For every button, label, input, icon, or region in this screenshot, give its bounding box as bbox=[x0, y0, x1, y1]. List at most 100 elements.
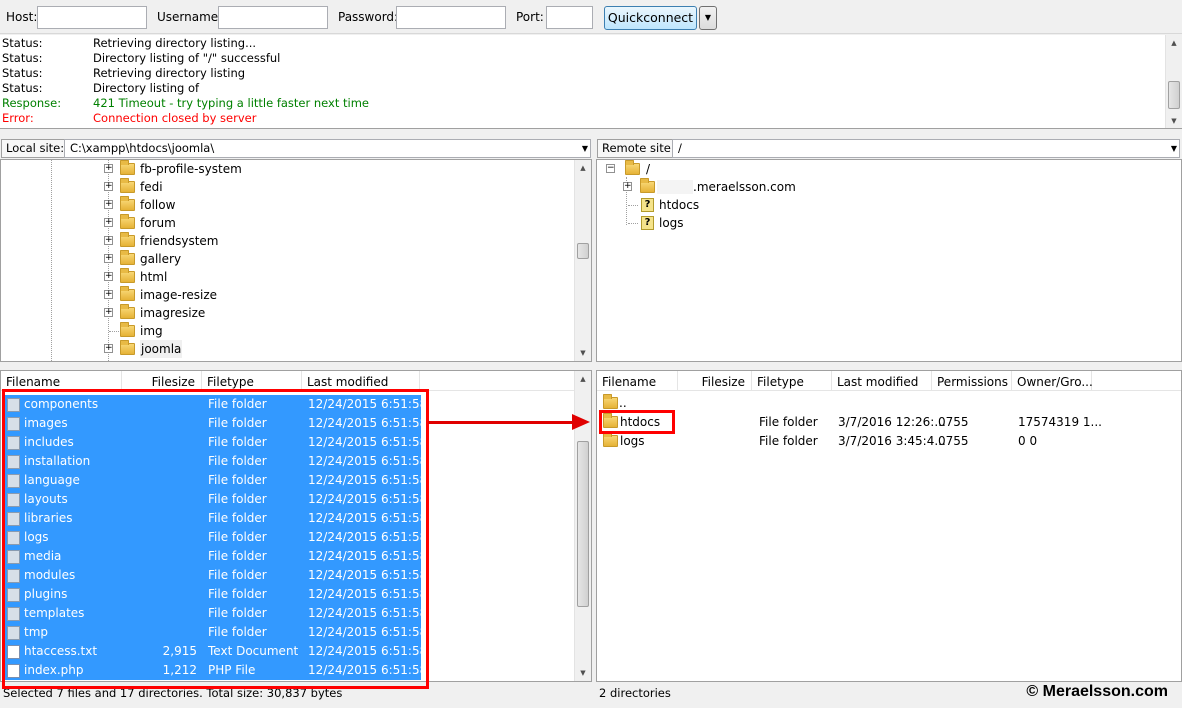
log-line-kind: Error: bbox=[2, 111, 34, 125]
local-tree-item-label: fb-profile-system bbox=[140, 162, 242, 176]
local-column-headers: Filename Filesize Filetype Last modified bbox=[1, 371, 574, 391]
local-tree-item[interactable]: + gallery bbox=[1, 250, 571, 268]
collapse-icon[interactable]: − bbox=[606, 164, 615, 173]
remote-site-path-combo[interactable]: / ▼ bbox=[672, 139, 1180, 158]
redacted-text bbox=[657, 180, 693, 194]
chevron-down-icon[interactable]: ▼ bbox=[1171, 140, 1177, 157]
local-tree-item[interactable]: + html bbox=[1, 268, 571, 286]
log-line-text: Connection closed by server bbox=[93, 111, 257, 125]
log-line-kind: Status: bbox=[2, 81, 43, 95]
password-input[interactable] bbox=[396, 6, 506, 29]
local-tree-item[interactable]: + fb-profile-system bbox=[1, 160, 571, 178]
expand-icon[interactable]: + bbox=[104, 254, 113, 263]
scroll-down-icon[interactable]: ▼ bbox=[1166, 113, 1182, 128]
username-input[interactable] bbox=[218, 6, 328, 29]
remote-tree-domain-label: .meraelsson.com bbox=[693, 180, 796, 194]
local-tree-scroll-thumb[interactable] bbox=[577, 243, 589, 259]
local-tree-scrollbar[interactable]: ▲ ▼ bbox=[574, 160, 591, 361]
chevron-down-icon[interactable]: ▼ bbox=[582, 140, 588, 157]
local-tree-item[interactable]: + fedi bbox=[1, 178, 571, 196]
expand-icon[interactable]: + bbox=[104, 200, 113, 209]
remote-site-path: / bbox=[678, 141, 682, 155]
quickconnect-button[interactable]: Quickconnect bbox=[604, 6, 697, 30]
scroll-up-icon[interactable]: ▲ bbox=[1166, 35, 1182, 51]
local-directory-tree: + fb-profile-system + fedi + follow + forum + fri… bbox=[0, 159, 592, 362]
folder-icon bbox=[120, 286, 135, 301]
remote-col-filesize[interactable]: Filesize bbox=[678, 371, 752, 391]
local-tree-item[interactable]: + forum bbox=[1, 214, 571, 232]
remote-parent-directory[interactable]: .. bbox=[597, 394, 1181, 413]
quickconnect-history-dropdown[interactable]: ▼ bbox=[699, 6, 717, 30]
expand-icon[interactable]: + bbox=[104, 182, 113, 191]
log-scrollbar[interactable]: ▲ ▼ bbox=[1165, 35, 1182, 128]
local-tree-item-label: img bbox=[140, 324, 163, 338]
local-tree-item[interactable]: + joomla bbox=[1, 340, 571, 358]
log-line-text: 421 Timeout - try typing a little faster… bbox=[93, 96, 369, 110]
host-input[interactable] bbox=[37, 6, 147, 29]
folder-icon bbox=[120, 160, 135, 175]
local-site-path: C:\xampp\htdocs\joomla\ bbox=[70, 141, 215, 155]
local-tree-item[interactable]: img bbox=[1, 322, 571, 340]
folder-icon bbox=[120, 340, 135, 355]
scroll-down-icon[interactable]: ▼ bbox=[575, 345, 591, 361]
table-row[interactable]: htdocs File folder 3/7/2016 12:26:... 0755 1… bbox=[597, 413, 1181, 432]
file-owner-group: 17574319 1... bbox=[1018, 415, 1102, 429]
unknown-folder-icon: ? bbox=[641, 216, 654, 230]
remote-col-filename[interactable]: Filename bbox=[597, 371, 678, 391]
local-col-filename[interactable]: Filename bbox=[1, 371, 122, 391]
scroll-down-icon[interactable]: ▼ bbox=[575, 665, 591, 681]
local-tree-item-label: forum bbox=[140, 216, 176, 230]
table-row[interactable]: logs File folder 3/7/2016 3:45:4... 0755 0 0 bbox=[597, 432, 1181, 451]
local-tree-item-label: fedi bbox=[140, 180, 163, 194]
expand-icon[interactable]: + bbox=[104, 272, 113, 281]
expand-icon[interactable]: + bbox=[104, 344, 113, 353]
remote-col-permissions[interactable]: Permissions bbox=[932, 371, 1012, 391]
local-col-last-modified[interactable]: Last modified bbox=[302, 371, 420, 391]
folder-icon bbox=[603, 432, 618, 447]
local-tree-item-label: friendsystem bbox=[140, 234, 219, 248]
local-col-filesize[interactable]: Filesize bbox=[122, 371, 202, 391]
file-name: logs bbox=[620, 434, 645, 448]
port-input[interactable] bbox=[546, 6, 593, 29]
local-tree-item[interactable]: + imagresize bbox=[1, 304, 571, 322]
port-label: Port: bbox=[516, 10, 544, 24]
remote-file-list: Filename Filesize Filetype Last modified… bbox=[596, 370, 1182, 682]
expand-icon[interactable]: + bbox=[104, 290, 113, 299]
local-site-path-combo[interactable]: C:\xampp\htdocs\joomla\ ▼ bbox=[64, 139, 591, 158]
log-line-kind: Response: bbox=[2, 96, 62, 110]
expand-icon[interactable]: + bbox=[104, 236, 113, 245]
remote-col-last-modified[interactable]: Last modified bbox=[832, 371, 932, 391]
expand-icon[interactable]: + bbox=[104, 218, 113, 227]
remote-directory-tree: − / + .meraelsson.com ? htdocs ? logs bbox=[596, 159, 1182, 362]
local-tree-item-label: gallery bbox=[140, 252, 182, 266]
file-modified: 3/7/2016 3:45:4... bbox=[838, 434, 946, 448]
local-col-filetype[interactable]: Filetype bbox=[202, 371, 302, 391]
expand-icon[interactable]: + bbox=[623, 182, 632, 191]
local-files-scroll-thumb[interactable] bbox=[577, 441, 589, 607]
expand-icon[interactable]: + bbox=[104, 164, 113, 173]
local-tree-item[interactable]: + follow bbox=[1, 196, 571, 214]
folder-icon bbox=[120, 250, 135, 265]
annotation-selection-box bbox=[2, 389, 429, 689]
scroll-up-icon[interactable]: ▲ bbox=[575, 160, 591, 176]
remote-site-bar: Remote site: / ▼ bbox=[596, 137, 1182, 159]
unknown-folder-icon: ? bbox=[641, 198, 654, 212]
folder-icon bbox=[120, 304, 135, 319]
local-tree-item-label: image-resize bbox=[140, 288, 218, 302]
scroll-up-icon[interactable]: ▲ bbox=[575, 371, 591, 387]
remote-col-filetype[interactable]: Filetype bbox=[752, 371, 832, 391]
local-tree-item-label: html bbox=[140, 270, 168, 284]
remote-tree-item-label: htdocs bbox=[659, 198, 700, 212]
local-tree-item[interactable]: + friendsystem bbox=[1, 232, 571, 250]
local-tree-item[interactable]: + image-resize bbox=[1, 286, 571, 304]
folder-icon bbox=[625, 160, 640, 175]
message-log: Status: Retrieving directory listing... St… bbox=[0, 35, 1182, 129]
chevron-down-icon: ▼ bbox=[704, 13, 712, 22]
remote-tree-root-label: / bbox=[646, 162, 651, 176]
log-scroll-thumb[interactable] bbox=[1168, 81, 1180, 109]
file-type: File folder bbox=[759, 415, 818, 429]
remote-col-owner-group[interactable]: Owner/Gro... bbox=[1012, 371, 1093, 391]
annotation-arrow-line bbox=[428, 421, 574, 424]
file-owner-group: 0 0 bbox=[1018, 434, 1038, 448]
expand-icon[interactable]: + bbox=[104, 308, 113, 317]
